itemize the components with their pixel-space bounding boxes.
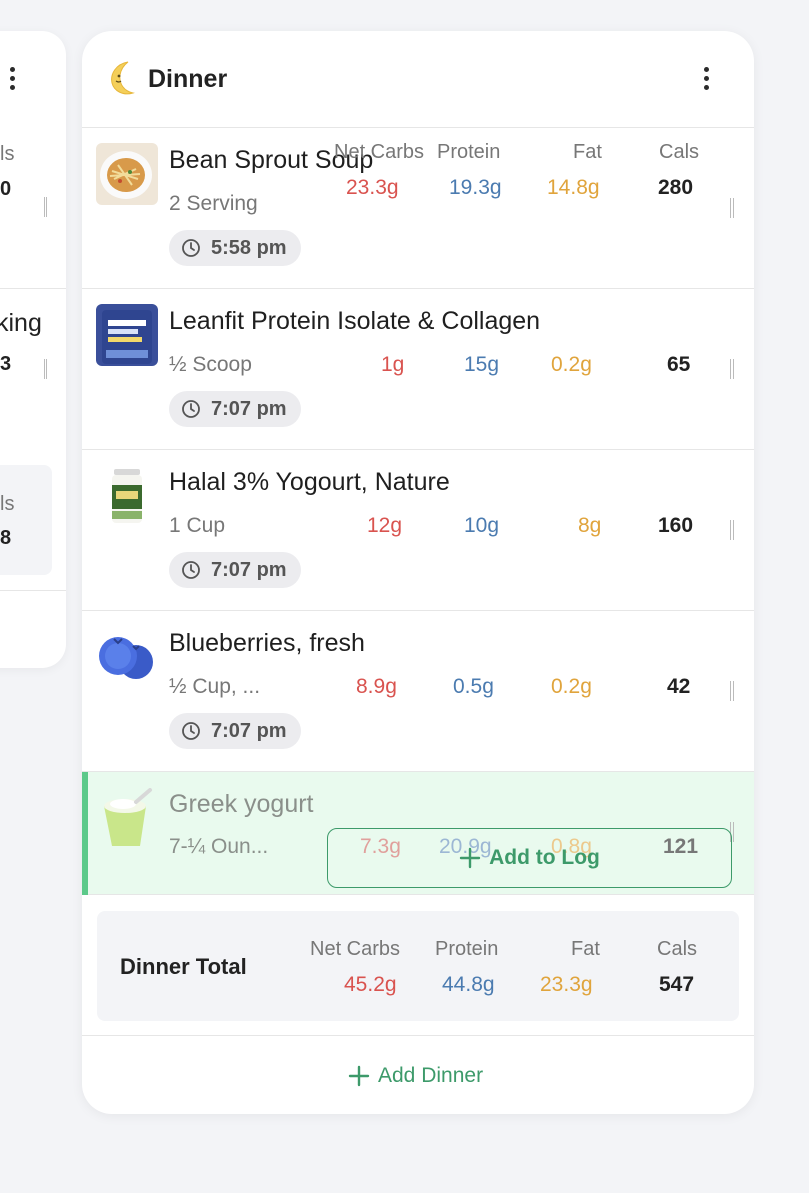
net-carbs-value: 12g [367, 514, 403, 537]
suggestion-accent-bar [82, 772, 88, 895]
clock-icon [182, 561, 200, 579]
yogurt-jar-icon [96, 465, 158, 527]
total-label: Dinner Total [120, 954, 247, 979]
clock-icon [182, 400, 200, 418]
time-badge[interactable]: 5:58 pm [169, 230, 301, 266]
drag-handle-icon[interactable] [730, 359, 734, 379]
drag-handle-icon[interactable] [730, 520, 734, 540]
previous-meal-row2-cals: 3 [0, 353, 12, 375]
previous-meal-divider [0, 288, 66, 289]
previous-meal-row2-name: king [0, 309, 42, 337]
meal-title: Dinner [148, 65, 228, 93]
total-fat-value: 23.3g [540, 973, 593, 996]
net-carbs-header: Net Carbs [310, 938, 401, 960]
protein-value: 0.5g [453, 675, 494, 698]
fat-header: Fat [573, 141, 602, 163]
fat-header: Fat [571, 938, 600, 960]
time-label: 7:07 pm [211, 719, 287, 742]
serving-size: ½ Scoop [169, 353, 252, 376]
net-carbs-value: 8.9g [356, 675, 397, 698]
food-row[interactable]: Leanfit Protein Isolate & Collagen ½ Sco… [82, 289, 754, 450]
total-protein-value: 44.8g [442, 973, 495, 996]
blueberry-icon [96, 626, 158, 688]
food-name: Leanfit Protein Isolate & Collagen [169, 307, 541, 335]
previous-meal-card: ls 0 king 3 ls 8 [0, 31, 66, 668]
drag-handle-icon[interactable] [730, 681, 734, 701]
previous-meal-drag-handle-icon-2[interactable] [44, 359, 47, 379]
total-cals-value: 547 [659, 973, 695, 996]
clock-icon [182, 239, 200, 257]
time-label: 7:07 pm [211, 558, 287, 581]
time-badge[interactable]: 7:07 pm [169, 713, 301, 749]
moon-icon [111, 61, 135, 95]
previous-meal-total-header: ls [0, 493, 15, 515]
cals-header: Cals [659, 141, 700, 163]
yogurt-cup-icon [96, 788, 158, 850]
cals-value: 65 [667, 353, 691, 376]
previous-meal-total [0, 465, 52, 575]
add-dinner-button[interactable]: Add Dinner [348, 1064, 483, 1088]
add-to-log-label: Add to Log [489, 846, 600, 869]
soup-bowl-icon [96, 143, 158, 205]
fat-value: 0.2g [551, 675, 592, 698]
previous-meal-menu-icon[interactable] [10, 67, 16, 90]
add-dinner-label: Add Dinner [378, 1064, 484, 1087]
net-carbs-value: 1g [381, 353, 405, 376]
dinner-total: Dinner Total Net Carbs Protein Fat Cals … [97, 911, 739, 1021]
net-carbs-value: 23.3g [346, 176, 399, 199]
protein-bag-icon [96, 304, 158, 366]
food-row[interactable]: Halal 3% Yogourt, Nature 1 Cup 12g 10g 8… [82, 450, 754, 611]
more-options-icon[interactable] [704, 67, 710, 90]
cals-value: 280 [658, 176, 694, 199]
fat-value: 14.8g [547, 176, 600, 199]
protein-value: 15g [464, 353, 500, 376]
serving-size: 1 Cup [169, 514, 226, 537]
serving-size: 2 Serving [169, 192, 258, 215]
protein-value: 10g [464, 514, 500, 537]
cals-header: Cals [657, 938, 698, 960]
suggested-food-row[interactable]: Greek yogurt 7-¼ Oun... 7.3g 20.9g 0.8g … [82, 772, 754, 895]
plus-icon [459, 847, 481, 869]
food-name: Greek yogurt [169, 790, 314, 818]
plus-icon [348, 1065, 370, 1087]
previous-meal-total-cals: 8 [0, 527, 12, 549]
previous-meal-cals-header: ls [0, 143, 15, 165]
time-badge[interactable]: 7:07 pm [169, 391, 301, 427]
footer-divider [82, 1035, 754, 1036]
food-name: Blueberries, fresh [169, 629, 365, 657]
drag-handle-icon[interactable] [730, 198, 734, 218]
food-row[interactable]: Bean Sprout Soup Net Carbs Protein Fat C… [82, 128, 754, 289]
protein-header: Protein [435, 938, 499, 960]
cals-value: 160 [658, 514, 694, 537]
protein-header: Protein [437, 141, 501, 163]
previous-meal-footer-divider [0, 590, 66, 591]
dinner-header: Dinner [82, 31, 754, 128]
time-badge[interactable]: 7:07 pm [169, 552, 301, 588]
time-label: 5:58 pm [211, 236, 287, 259]
time-label: 7:07 pm [211, 397, 287, 420]
cals-value: 42 [667, 675, 691, 698]
food-row[interactable]: Blueberries, fresh ½ Cup, ... 8.9g 0.5g … [82, 611, 754, 772]
fat-value: 0.2g [551, 353, 592, 376]
serving-size: 7-¼ Oun... [169, 835, 269, 858]
total-net-carbs-value: 45.2g [344, 973, 397, 996]
previous-meal-row1-cals: 0 [0, 178, 12, 200]
dinner-card: Dinner Bean Sprout Soup Net Carbs Protei… [82, 31, 754, 1114]
protein-value: 19.3g [449, 176, 502, 199]
net-carbs-header: Net Carbs [334, 141, 425, 163]
serving-size: ½ Cup, ... [169, 675, 261, 698]
clock-icon [182, 722, 200, 740]
food-name: Halal 3% Yogourt, Nature [169, 468, 450, 496]
add-to-log-button[interactable]: Add to Log [327, 828, 732, 888]
previous-meal-drag-handle-icon[interactable] [44, 197, 47, 217]
fat-value: 8g [578, 514, 602, 537]
